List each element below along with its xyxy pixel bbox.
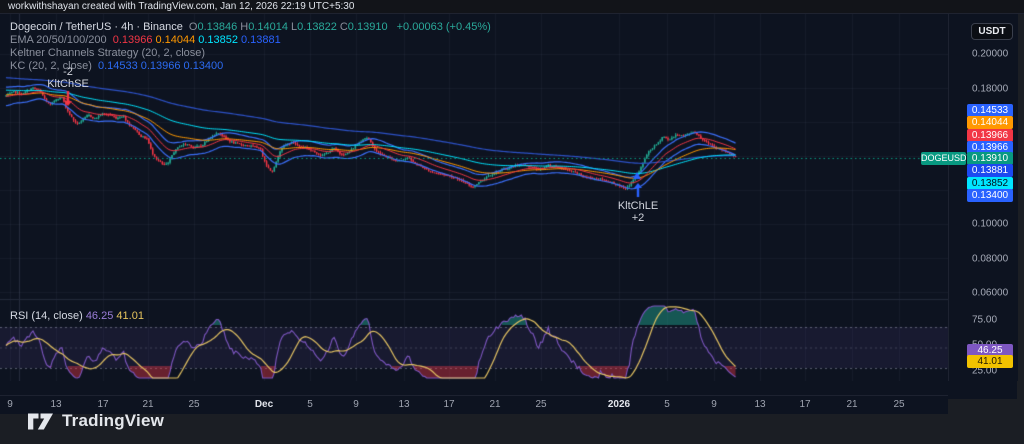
ohlc-val: 0.13822 xyxy=(297,21,337,33)
rsi-legend-row[interactable]: RSI (14, close) 46.25 41.01 xyxy=(10,310,144,323)
time-tick-label: 2026 xyxy=(608,399,630,410)
kc-values: 0.145330.139660.13400 xyxy=(98,60,226,72)
time-tick-label: 9 xyxy=(353,399,359,410)
tradingview-logo-icon xyxy=(27,410,54,433)
ema-label: EMA 20/50/100/200 xyxy=(10,34,107,46)
ohlc-values: O0.13846H0.14014L0.13822C0.13910 xyxy=(189,21,391,33)
time-tick-label: 5 xyxy=(664,399,670,410)
symbol-title: Dogecoin / TetherUS · 4h · Binance xyxy=(10,21,183,33)
tradingview-logo[interactable]: TradingView xyxy=(27,406,164,436)
time-tick-label: 17 xyxy=(443,399,454,410)
change-value: +0.00063 (+0.45%) xyxy=(397,21,491,33)
time-tick-label: 17 xyxy=(799,399,810,410)
time-tick-label: 9 xyxy=(711,399,717,410)
currency-toggle-button[interactable]: USDT xyxy=(971,23,1013,40)
ema-value: 0.13881 xyxy=(241,34,281,46)
time-tick-label: 5 xyxy=(307,399,313,410)
rsi-value: 46.25 xyxy=(86,310,114,322)
time-tick-label: 9 xyxy=(7,399,13,410)
time-tick-label: Dec xyxy=(255,399,273,410)
rsi-label: RSI (14, close) xyxy=(10,310,83,322)
kc-value: 0.13400 xyxy=(184,60,224,72)
legend: Dogecoin / TetherUS · 4h · Binance O0.13… xyxy=(10,21,494,73)
kc-value: 0.13966 xyxy=(141,60,181,72)
time-tick-label: 25 xyxy=(535,399,546,410)
ohlc-val: 0.14014 xyxy=(248,21,288,33)
time-tick-label: 25 xyxy=(893,399,904,410)
rsi-ma-value: 41.01 xyxy=(116,310,144,322)
ohlc-val: 0.13910 xyxy=(348,21,388,33)
ohlc-key: H xyxy=(240,21,248,33)
ema-value: 0.13852 xyxy=(198,34,238,46)
ema-values: 0.139660.140440.138520.13881 xyxy=(113,34,284,46)
ema-legend-row[interactable]: EMA 20/50/100/200 0.139660.140440.138520… xyxy=(10,34,494,47)
time-tick-label: 21 xyxy=(846,399,857,410)
ema-value: 0.14044 xyxy=(155,34,195,46)
attribution-text: workwithshayan created with TradingView.… xyxy=(8,1,354,12)
kc-label: KC (20, 2, close) xyxy=(10,60,92,72)
ohlc-key: C xyxy=(340,21,348,33)
ema-value: 0.13966 xyxy=(113,34,153,46)
kc-value: 0.14533 xyxy=(98,60,138,72)
time-tick-label: 21 xyxy=(489,399,500,410)
tradingview-logo-text: TradingView xyxy=(62,411,164,431)
time-tick-label: 13 xyxy=(754,399,765,410)
ohlc-val: 0.13846 xyxy=(197,21,237,33)
strategy-label: Keltner Channels Strategy (20, 2, close) xyxy=(10,47,205,59)
attribution-bar: workwithshayan created with TradingView.… xyxy=(0,0,1024,14)
time-tick-label: 13 xyxy=(398,399,409,410)
kc-legend-row[interactable]: KC (20, 2, close) 0.145330.139660.13400 xyxy=(10,60,494,73)
strategy-legend-row[interactable]: Keltner Channels Strategy (20, 2, close) xyxy=(10,47,494,60)
symbol-legend-row[interactable]: Dogecoin / TetherUS · 4h · Binance O0.13… xyxy=(10,21,494,34)
price-scale[interactable] xyxy=(948,14,1018,381)
time-tick-label: 25 xyxy=(188,399,199,410)
